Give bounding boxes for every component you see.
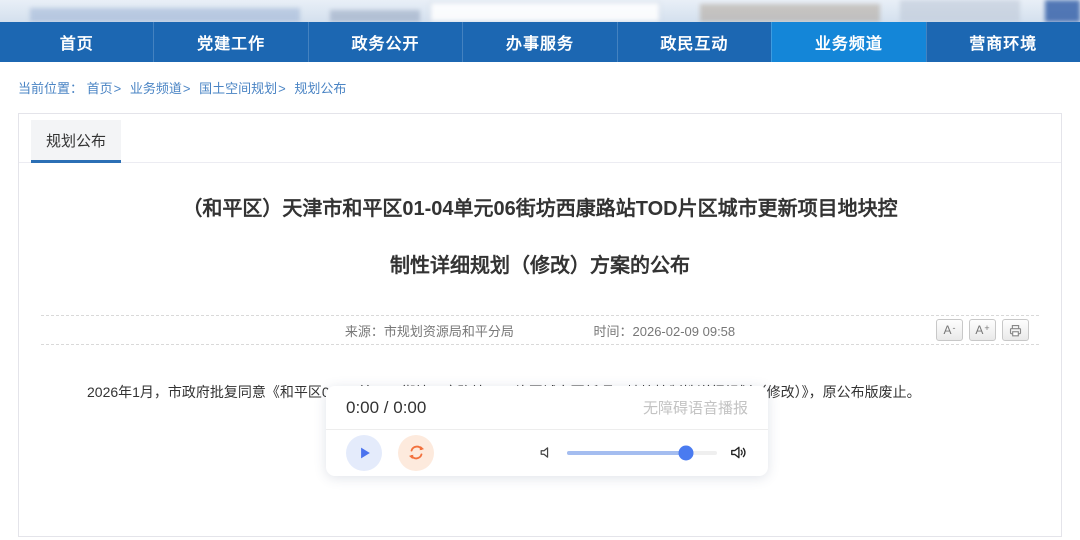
nav-item-interaction[interactable]: 政民互动 [617,22,771,62]
breadcrumb-business-channel[interactable]: 业务频道 [130,81,182,96]
breadcrumb-label: 当前位置： [18,81,83,96]
content-card: 规划公布 （和平区）天津市和平区01-04单元06街坊西康路站TOD片区城市更新… [18,113,1062,537]
article-title-line2: 制性详细规划（修改）方案的公布 [19,252,1061,281]
nav-item-business-channel[interactable]: 业务频道 [771,22,925,62]
banner-shape [430,2,660,22]
play-button[interactable] [346,435,382,471]
volume-slider[interactable] [567,451,717,455]
volume-low-icon[interactable] [538,444,555,461]
volume-slider-fill [567,451,686,455]
article-time: 时间：2026-02-09 09:58 [593,324,735,339]
breadcrumb-separator: > [278,81,286,96]
font-letter: A [975,323,983,337]
banner-shape [330,10,420,22]
header-banner-image [0,0,1080,22]
tab-plan-announcement[interactable]: 规划公布 [31,120,121,163]
breadcrumb-plan-announcement[interactable]: 规划公布 [294,81,346,96]
nav-item-gov-affairs[interactable]: 政务公开 [308,22,462,62]
time-label: 时间： [593,324,632,339]
source-label: 来源： [345,324,384,339]
article-title: （和平区）天津市和平区01-04单元06街坊西康路站TOD片区城市更新项目地块控… [19,195,1061,281]
font-increase-button[interactable]: A+ [969,319,996,341]
breadcrumb-home[interactable]: 首页 [87,81,113,96]
volume-high-icon[interactable] [729,443,748,462]
main-nav: 首页 党建工作 政务公开 办事服务 政民互动 业务频道 营商环境 [0,22,1080,62]
font-decrease-button[interactable]: A- [936,319,963,341]
article-meta: 来源：市规划资源局和平分局 时间：2026-02-09 09:58 A- A+ [41,315,1039,345]
font-letter: A [943,323,951,337]
breadcrumb-separator: > [114,81,122,96]
printer-icon [1008,323,1023,338]
nav-item-home[interactable]: 首页 [0,22,153,62]
player-caption: 无障碍语音播报 [643,397,748,418]
article-tools: A- A+ [936,319,1029,341]
nav-item-party-building[interactable]: 党建工作 [153,22,307,62]
breadcrumb-separator: > [183,81,191,96]
volume-control [538,443,748,462]
increase-sign: + [984,324,989,333]
tab-bar: 规划公布 [19,120,1061,163]
article-source: 来源：市规划资源局和平分局 [345,324,514,339]
nav-item-services[interactable]: 办事服务 [462,22,616,62]
banner-shape [1045,0,1080,22]
time-value: 2026-02-09 09:58 [633,324,736,339]
banner-shape [700,4,880,22]
source-value: 市规划资源局和平分局 [384,324,514,339]
article-title-line1: （和平区）天津市和平区01-04单元06街坊西康路站TOD片区城市更新项目地块控 [19,195,1061,224]
nav-item-business-environment[interactable]: 营商环境 [926,22,1080,62]
breadcrumb: 当前位置： 首页> 业务频道> 国土空间规划> 规划公布 [18,78,346,97]
volume-slider-thumb[interactable] [678,445,693,460]
breadcrumb-land-spatial-planning[interactable]: 国土空间规划 [199,81,277,96]
banner-shape [900,0,1020,22]
audio-player: 0:00 / 0:00 无障碍语音播报 [326,386,768,476]
banner-shape [30,8,300,22]
player-time-display: 0:00 / 0:00 [346,398,426,418]
replay-icon [406,442,427,463]
play-icon [354,443,374,463]
decrease-sign: - [953,324,956,333]
print-button[interactable] [1002,319,1029,341]
page: 首页 党建工作 政务公开 办事服务 政民互动 业务频道 营商环境 当前位置： 首… [0,0,1080,540]
replay-button[interactable] [398,435,434,471]
